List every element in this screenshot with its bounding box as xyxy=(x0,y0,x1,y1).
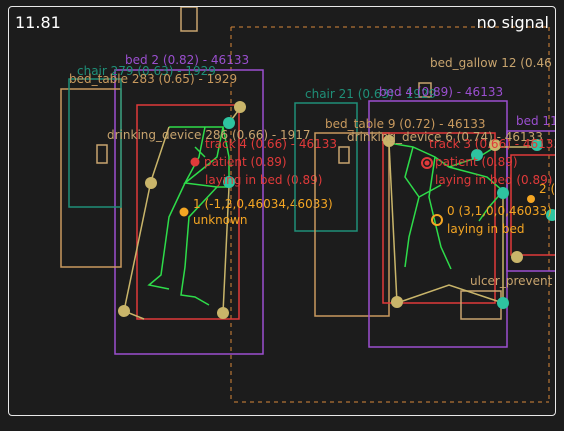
video-viewport: bed 2 (0.82) - 46133 chair 279 (0.63) - … xyxy=(8,6,556,416)
label-ulcer-prevention: ulcer_prevent xyxy=(470,274,553,288)
drinking-device-box-6 xyxy=(338,146,350,164)
joint-right-edge-c xyxy=(511,251,523,263)
label-track-4: track 4 (0.66) - 46133 xyxy=(205,137,337,151)
joint-left-foot-b xyxy=(217,307,229,319)
label-marker-left-state: unknown xyxy=(193,213,248,227)
signal-status: no signal xyxy=(476,13,549,32)
state-marker-left xyxy=(179,207,189,217)
top-marker-box xyxy=(180,7,198,32)
bed-table-box-283 xyxy=(60,88,122,268)
joint-left-head xyxy=(234,101,246,113)
label-marker-left-id: 1 (-1,2,0,46034,46033) xyxy=(193,197,333,211)
joint-right-hip xyxy=(391,296,403,308)
label-bed-11: bed 11 xyxy=(516,114,556,128)
label-laying-left: laying in bed (0.89) xyxy=(205,173,322,187)
label-marker-right-state: laying in bed xyxy=(447,222,525,236)
state-marker-right xyxy=(431,214,443,226)
label-extra-marker: 2 ( xyxy=(539,182,555,196)
label-bed-4: bed 4 (0.89) - 46133 xyxy=(379,85,503,99)
chair-box-279 xyxy=(68,78,122,208)
joint-left-foot-a xyxy=(118,305,130,317)
label-patient-right: patient (0.89) xyxy=(435,155,518,169)
state-marker-extra xyxy=(527,195,535,203)
frame-time: 11.81 xyxy=(15,13,61,32)
joint-left-knee xyxy=(145,177,157,189)
joint-right-foot xyxy=(497,297,509,309)
joint-right-knee-b xyxy=(497,187,509,199)
patient-dot-left xyxy=(190,157,200,167)
label-bed-table-9: bed_table 9 (0.72) - 46133 xyxy=(325,117,486,131)
label-bed-table-283: bed_table 283 (0.65) - 1929 xyxy=(69,72,237,86)
patient-dot-right xyxy=(424,160,430,166)
label-patient-left: patient (0.89) xyxy=(204,155,287,169)
label-bed-gallow-12: bed_gallow 12 (0.46 xyxy=(430,56,552,70)
label-laying-right: laying in bed (0.89) xyxy=(435,173,552,187)
label-track-3: track 3 (0.66) - 46133 xyxy=(429,137,556,151)
drinking-device-box-286 xyxy=(96,144,108,164)
detection-overlay: bed 2 (0.82) - 46133 chair 279 (0.63) - … xyxy=(60,7,556,403)
label-marker-right-id: 0 (3,1,0,0,46033) xyxy=(447,204,552,218)
bed-table-box-9 xyxy=(314,132,390,317)
